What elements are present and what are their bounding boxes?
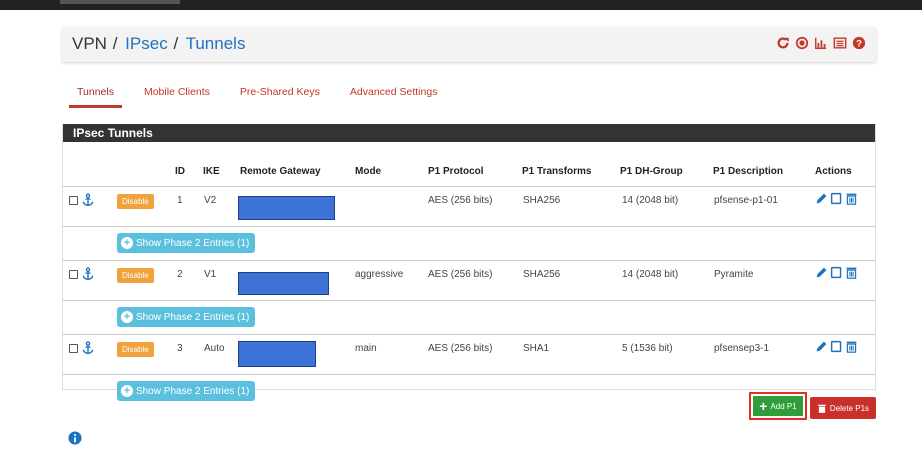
breadcrumb-bar: VPN / IPsec / Tunnels ? [62,27,876,62]
add-p1-button[interactable]: + Add P1 [753,396,803,416]
tab-advanced-settings[interactable]: Advanced Settings [350,84,438,108]
remote-gateway-redacted [238,196,335,220]
column-header-p1-description: P1 Description [713,166,784,177]
record-icon[interactable] [795,36,809,50]
breadcrumb: VPN / IPsec / Tunnels [72,34,245,54]
edit-icon[interactable] [815,266,828,279]
tunnel-id: 3 [177,343,183,354]
tunnel-p1-transforms: SHA256 [523,195,561,206]
row-checkbox[interactable] [69,270,78,279]
ipsec-tunnels-panel: IPsec Tunnels ID IKE Remote Gateway Mode… [62,124,876,401]
row-actions [815,192,858,205]
plus-circle-icon: + [121,385,133,397]
reload-icon[interactable] [776,36,790,50]
plus-circle-icon: + [121,311,133,323]
row-checkbox[interactable] [69,344,78,353]
top-strip-fragment [60,0,180,4]
trash-icon[interactable] [845,340,858,353]
column-header-p1-dh-group: P1 DH-Group [620,166,683,177]
tunnel-p1-transforms: SHA1 [523,343,550,354]
edit-icon[interactable] [815,340,828,353]
tunnel-row: Disable 1 V2 AES (256 bits) SHA256 14 (2… [63,187,875,261]
remote-gateway-redacted [238,341,316,367]
tunnel-id: 2 [177,269,183,280]
svg-text:?: ? [856,39,862,50]
show-phase2-label: Show Phase 2 Entries (1) [136,385,250,397]
copy-icon[interactable] [830,266,843,279]
copy-icon[interactable] [830,192,843,205]
tunnel-ike: V2 [204,195,217,206]
anchor-icon[interactable] [81,267,95,281]
tunnel-p1-description: Pyramite [714,269,754,280]
tunnel-p1-protocol: AES (256 bits) [428,195,493,206]
copy-icon[interactable] [830,340,843,353]
column-header-p1-protocol: P1 Protocol [428,166,484,177]
anchor-icon[interactable] [81,193,95,207]
add-p1-button-highlight: + Add P1 [749,392,807,420]
column-header-p1-transforms: P1 Transforms [522,166,592,177]
top-strip [0,0,922,10]
column-header-actions: Actions [815,166,852,177]
anchor-icon[interactable] [81,341,95,355]
disable-button[interactable]: Disable [117,268,154,283]
tunnel-ike: Auto [204,343,225,354]
row-actions [815,340,858,353]
tunnel-p1-description: pfsensep3-1 [714,343,770,354]
row-checkbox[interactable] [69,196,78,205]
show-phase2-button[interactable]: + Show Phase 2 Entries (1) [117,233,256,253]
tab-bar: Tunnels Mobile Clients Pre-Shared Keys A… [62,84,467,108]
delete-p1s-label: Delete P1s [829,403,870,413]
show-phase2-button[interactable]: + Show Phase 2 Entries (1) [117,307,256,327]
tunnel-mode: main [355,343,377,354]
column-header-mode: Mode [355,166,382,177]
tunnel-p1-protocol: AES (256 bits) [428,269,493,280]
tunnel-p1-dh-group: 14 (2048 bit) [622,269,679,280]
show-phase2-label: Show Phase 2 Entries (1) [136,237,250,249]
row-divider [63,300,875,301]
tab-tunnels[interactable]: Tunnels [69,84,122,108]
column-header-id: ID [175,166,185,177]
tab-mobile-clients[interactable]: Mobile Clients [144,84,210,108]
breadcrumb-ipsec[interactable]: IPsec [125,34,168,53]
breadcrumb-vpn: VPN [72,34,107,53]
plus-icon: + [759,398,768,414]
tunnel-p1-transforms: SHA256 [523,269,561,280]
show-phase2-button[interactable]: + Show Phase 2 Entries (1) [117,381,256,401]
breadcrumb-separator: / [112,34,118,53]
panel-title: IPsec Tunnels [63,124,875,142]
chart-icon[interactable] [814,36,828,50]
trash-icon[interactable] [845,192,858,205]
list-icon[interactable] [833,36,847,50]
delete-p1s-button[interactable]: Delete P1s [810,397,876,419]
add-p1-label: Add P1 [770,401,797,411]
disable-button[interactable]: Disable [117,342,154,357]
row-divider [63,226,875,227]
trash-icon[interactable] [845,266,858,279]
help-icon[interactable]: ? [852,36,866,50]
tunnel-row: Disable 2 V1 aggressive AES (256 bits) S… [63,261,875,335]
show-phase2-label: Show Phase 2 Entries (1) [136,311,250,323]
breadcrumb-tunnels[interactable]: Tunnels [186,34,246,53]
breadcrumb-separator: / [173,34,179,53]
trash-icon [818,404,826,413]
row-divider [63,374,875,375]
tunnel-p1-dh-group: 5 (1536 bit) [622,343,673,354]
tab-pre-shared-keys[interactable]: Pre-Shared Keys [240,84,320,108]
tunnel-ike: V1 [204,269,217,280]
tunnel-p1-dh-group: 14 (2048 bit) [622,195,679,206]
column-header-ike: IKE [203,166,220,177]
tunnel-mode: aggressive [355,269,404,280]
info-icon[interactable] [68,431,82,445]
tunnel-p1-description: pfsense-p1-01 [714,195,778,206]
edit-icon[interactable] [815,192,828,205]
tunnel-id: 1 [177,195,183,206]
tunnel-p1-protocol: AES (256 bits) [428,343,493,354]
disable-button[interactable]: Disable [117,194,154,209]
row-actions [815,266,858,279]
column-header-remote-gateway: Remote Gateway [240,166,321,177]
header-icons: ? [776,36,866,50]
remote-gateway-redacted [238,272,329,295]
plus-circle-icon: + [121,237,133,249]
